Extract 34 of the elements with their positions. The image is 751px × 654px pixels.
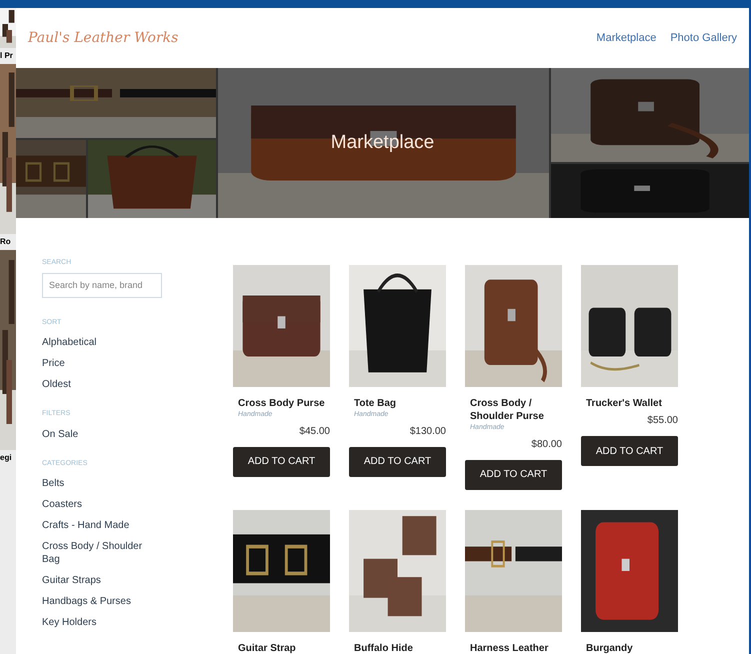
add-to-cart-button[interactable]: ADD TO CART (349, 446, 446, 476)
sidebar-link[interactable]: Handbags & Purses (42, 591, 162, 612)
add-to-cart-button[interactable]: ADD TO CART (233, 446, 330, 476)
product-name[interactable]: Harness Leather (465, 642, 562, 654)
sidebar-link[interactable]: Coasters (42, 494, 162, 515)
hero-title: Marketplace (330, 130, 434, 155)
product-name[interactable]: Tote Bag (349, 397, 446, 410)
search-field[interactable]: Search by name, brand (42, 272, 162, 298)
product-name[interactable]: Buffalo Hide (349, 642, 446, 654)
product-price: $80.00 (531, 438, 562, 452)
product-name[interactable]: Cross Body Purse (233, 397, 330, 410)
sidebar-link[interactable]: Alphabetical (42, 332, 162, 353)
sidebar-link[interactable]: Belts (42, 473, 162, 494)
product-name[interactable]: Guitar Strap (233, 642, 330, 654)
nav-link[interactable]: Marketplace (596, 30, 656, 46)
sidebar-link[interactable]: Key Holders (42, 612, 162, 633)
product-name[interactable]: Burgandy (581, 642, 678, 654)
sidebar-link[interactable]: Price (42, 353, 162, 374)
product-name[interactable]: Cross Body / Shoulder Purse (465, 397, 562, 423)
text-fragment: egi (0, 452, 13, 464)
text-fragment: Ro (0, 236, 12, 248)
sidebar-link[interactable]: Cross Body / Shoulder Bag (42, 536, 162, 570)
sidebar-link[interactable]: On Sale (42, 424, 162, 444)
product-price: $130.00 (410, 424, 446, 438)
nav-link[interactable]: Photo Gallery (670, 30, 737, 46)
add-to-cart-button[interactable]: ADD TO CART (581, 436, 678, 466)
sidebar-link[interactable]: Crafts - Hand Made (42, 515, 162, 536)
product-price: $45.00 (299, 424, 330, 438)
add-to-cart-button[interactable]: ADD TO CART (465, 460, 562, 490)
text-fragment: l Pr (0, 50, 14, 62)
sidebar-link[interactable]: Oldest (42, 374, 162, 395)
product-price: $55.00 (647, 414, 678, 428)
sidebar-link[interactable]: Guitar Straps (42, 570, 162, 591)
product-name[interactable]: Trucker's Wallet (581, 397, 678, 410)
